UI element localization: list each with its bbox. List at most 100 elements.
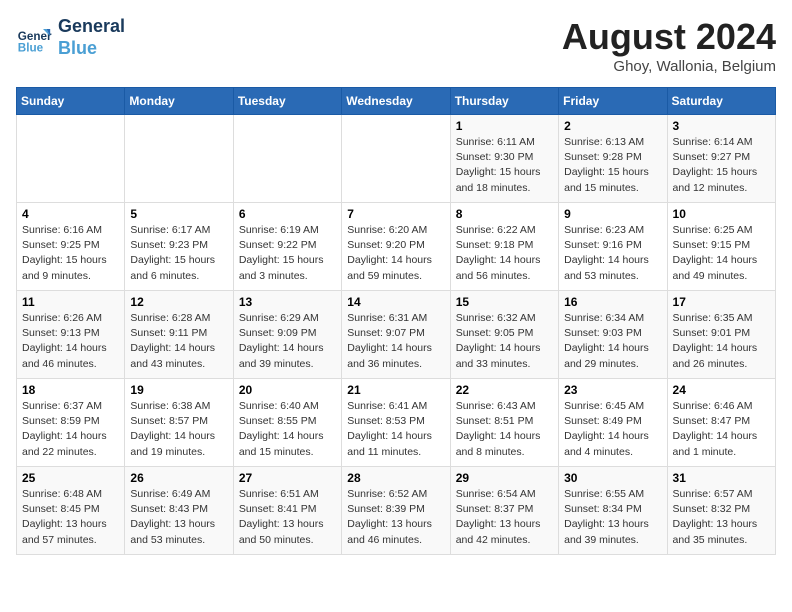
day-number: 8 (456, 207, 553, 221)
day-info: Sunrise: 6:40 AM Sunset: 8:55 PM Dayligh… (239, 399, 336, 460)
calendar-cell: 22 Sunrise: 6:43 AM Sunset: 8:51 PM Dayli… (450, 379, 558, 467)
day-number: 9 (564, 207, 661, 221)
day-number: 7 (347, 207, 444, 221)
day-of-week-saturday: Saturday (667, 88, 775, 115)
day-number: 17 (673, 295, 770, 309)
day-info: Sunrise: 6:29 AM Sunset: 9:09 PM Dayligh… (239, 311, 336, 372)
calendar-cell: 16 Sunrise: 6:34 AM Sunset: 9:03 PM Dayli… (559, 291, 667, 379)
day-number: 15 (456, 295, 553, 309)
day-number: 1 (456, 119, 553, 133)
day-number: 14 (347, 295, 444, 309)
calendar-cell: 12 Sunrise: 6:28 AM Sunset: 9:11 PM Dayli… (125, 291, 233, 379)
day-info: Sunrise: 6:45 AM Sunset: 8:49 PM Dayligh… (564, 399, 661, 460)
calendar-cell: 23Sunrise: 6:45 AM Sunset: 8:49 PM Dayli… (559, 379, 667, 467)
calendar-cell: 20 Sunrise: 6:40 AM Sunset: 8:55 PM Dayli… (233, 379, 341, 467)
calendar-cell: 17 Sunrise: 6:35 AM Sunset: 9:01 PM Dayli… (667, 291, 775, 379)
day-info: Sunrise: 6:35 AM Sunset: 9:01 PM Dayligh… (673, 311, 770, 372)
calendar-cell (342, 115, 450, 203)
calendar-cell: 19 Sunrise: 6:38 AM Sunset: 8:57 PM Dayli… (125, 379, 233, 467)
day-number: 26 (130, 471, 227, 485)
calendar-cell: 9 Sunrise: 6:23 AM Sunset: 9:16 PM Daylig… (559, 203, 667, 291)
day-info: Sunrise: 6:52 AM Sunset: 8:39 PM Dayligh… (347, 487, 444, 548)
day-info: Sunrise: 6:49 AM Sunset: 8:43 PM Dayligh… (130, 487, 227, 548)
day-info: Sunrise: 6:17 AM Sunset: 9:23 PM Dayligh… (130, 223, 227, 284)
day-info: Sunrise: 6:23 AM Sunset: 9:16 PM Dayligh… (564, 223, 661, 284)
calendar-cell: 10Sunrise: 6:25 AM Sunset: 9:15 PM Dayli… (667, 203, 775, 291)
day-number: 5 (130, 207, 227, 221)
calendar-cell: 13 Sunrise: 6:29 AM Sunset: 9:09 PM Dayli… (233, 291, 341, 379)
day-number: 20 (239, 383, 336, 397)
day-of-week-friday: Friday (559, 88, 667, 115)
calendar-cell: 7 Sunrise: 6:20 AM Sunset: 9:20 PM Daylig… (342, 203, 450, 291)
day-info: Sunrise: 6:14 AM Sunset: 9:27 PM Dayligh… (673, 135, 770, 196)
calendar-cell (17, 115, 125, 203)
day-number: 25 (22, 471, 119, 485)
day-info: Sunrise: 6:37 AM Sunset: 8:59 PM Dayligh… (22, 399, 119, 460)
day-of-week-tuesday: Tuesday (233, 88, 341, 115)
calendar-cell: 14Sunrise: 6:31 AM Sunset: 9:07 PM Dayli… (342, 291, 450, 379)
day-number: 12 (130, 295, 227, 309)
day-number: 18 (22, 383, 119, 397)
logo: General Blue General Blue (16, 16, 125, 59)
calendar-cell: 26 Sunrise: 6:49 AM Sunset: 8:43 PM Dayli… (125, 467, 233, 555)
calendar-cell: 28Sunrise: 6:52 AM Sunset: 8:39 PM Dayli… (342, 467, 450, 555)
month-year-title: August 2024 (562, 16, 776, 58)
calendar-header: SundayMondayTuesdayWednesdayThursdayFrid… (17, 88, 776, 115)
day-number: 2 (564, 119, 661, 133)
calendar-cell: 1 Sunrise: 6:11 AM Sunset: 9:30 PM Daylig… (450, 115, 558, 203)
day-info: Sunrise: 6:22 AM Sunset: 9:18 PM Dayligh… (456, 223, 553, 284)
day-info: Sunrise: 6:20 AM Sunset: 9:20 PM Dayligh… (347, 223, 444, 284)
logo-icon: General Blue (16, 20, 52, 56)
day-info: Sunrise: 6:25 AM Sunset: 9:15 PM Dayligh… (673, 223, 770, 284)
day-number: 13 (239, 295, 336, 309)
day-info: Sunrise: 6:28 AM Sunset: 9:11 PM Dayligh… (130, 311, 227, 372)
day-info: Sunrise: 6:55 AM Sunset: 8:34 PM Dayligh… (564, 487, 661, 548)
calendar-cell: 11Sunrise: 6:26 AM Sunset: 9:13 PM Dayli… (17, 291, 125, 379)
day-of-week-sunday: Sunday (17, 88, 125, 115)
day-number: 16 (564, 295, 661, 309)
calendar-cell: 6 Sunrise: 6:19 AM Sunset: 9:22 PM Daylig… (233, 203, 341, 291)
day-info: Sunrise: 6:51 AM Sunset: 8:41 PM Dayligh… (239, 487, 336, 548)
day-number: 24 (673, 383, 770, 397)
calendar-week-2: 4Sunrise: 6:16 AM Sunset: 9:25 PM Daylig… (17, 203, 776, 291)
calendar-cell: 18 Sunrise: 6:37 AM Sunset: 8:59 PM Dayli… (17, 379, 125, 467)
svg-text:Blue: Blue (18, 41, 44, 54)
day-info: Sunrise: 6:34 AM Sunset: 9:03 PM Dayligh… (564, 311, 661, 372)
calendar-cell: 8 Sunrise: 6:22 AM Sunset: 9:18 PM Daylig… (450, 203, 558, 291)
calendar-cell (233, 115, 341, 203)
logo-text-general: General (58, 16, 125, 38)
day-info: Sunrise: 6:16 AM Sunset: 9:25 PM Dayligh… (22, 223, 119, 284)
title-section: August 2024 Ghoy, Wallonia, Belgium (562, 16, 776, 75)
calendar-cell: 29Sunrise: 6:54 AM Sunset: 8:37 PM Dayli… (450, 467, 558, 555)
day-info: Sunrise: 6:43 AM Sunset: 8:51 PM Dayligh… (456, 399, 553, 460)
calendar-cell: 4Sunrise: 6:16 AM Sunset: 9:25 PM Daylig… (17, 203, 125, 291)
day-info: Sunrise: 6:13 AM Sunset: 9:28 PM Dayligh… (564, 135, 661, 196)
day-number: 27 (239, 471, 336, 485)
day-number: 19 (130, 383, 227, 397)
calendar-table: SundayMondayTuesdayWednesdayThursdayFrid… (16, 87, 776, 555)
day-info: Sunrise: 6:11 AM Sunset: 9:30 PM Dayligh… (456, 135, 553, 196)
day-info: Sunrise: 6:38 AM Sunset: 8:57 PM Dayligh… (130, 399, 227, 460)
location-subtitle: Ghoy, Wallonia, Belgium (562, 58, 776, 75)
calendar-cell: 25Sunrise: 6:48 AM Sunset: 8:45 PM Dayli… (17, 467, 125, 555)
calendar-week-1: 1 Sunrise: 6:11 AM Sunset: 9:30 PM Daylig… (17, 115, 776, 203)
calendar-cell: 24Sunrise: 6:46 AM Sunset: 8:47 PM Dayli… (667, 379, 775, 467)
calendar-cell: 31Sunrise: 6:57 AM Sunset: 8:32 PM Dayli… (667, 467, 775, 555)
day-number: 6 (239, 207, 336, 221)
day-info: Sunrise: 6:19 AM Sunset: 9:22 PM Dayligh… (239, 223, 336, 284)
calendar-cell: 15 Sunrise: 6:32 AM Sunset: 9:05 PM Dayli… (450, 291, 558, 379)
day-of-week-thursday: Thursday (450, 88, 558, 115)
calendar-week-5: 25Sunrise: 6:48 AM Sunset: 8:45 PM Dayli… (17, 467, 776, 555)
day-number: 30 (564, 471, 661, 485)
logo-text-blue: Blue (58, 38, 125, 60)
day-number: 21 (347, 383, 444, 397)
day-info: Sunrise: 6:26 AM Sunset: 9:13 PM Dayligh… (22, 311, 119, 372)
day-number: 31 (673, 471, 770, 485)
day-number: 22 (456, 383, 553, 397)
calendar-week-4: 18 Sunrise: 6:37 AM Sunset: 8:59 PM Dayli… (17, 379, 776, 467)
calendar-cell: 21Sunrise: 6:41 AM Sunset: 8:53 PM Dayli… (342, 379, 450, 467)
calendar-cell: 2 Sunrise: 6:13 AM Sunset: 9:28 PM Daylig… (559, 115, 667, 203)
day-info: Sunrise: 6:32 AM Sunset: 9:05 PM Dayligh… (456, 311, 553, 372)
calendar-cell: 30 Sunrise: 6:55 AM Sunset: 8:34 PM Dayli… (559, 467, 667, 555)
day-of-week-monday: Monday (125, 88, 233, 115)
